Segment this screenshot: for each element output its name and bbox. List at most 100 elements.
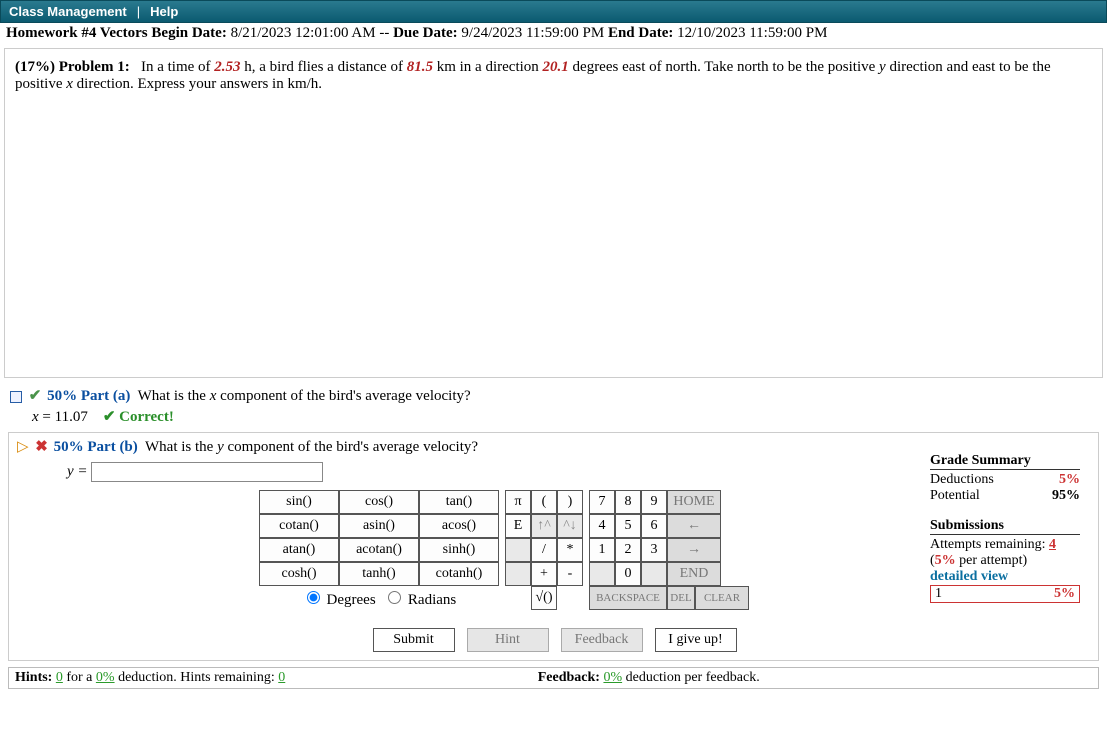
operator-keypad: π() E↑^^↓/*+-√() (505, 490, 583, 610)
deductions-label: Deductions (930, 472, 994, 488)
hint-button[interactable]: Hint (467, 628, 549, 652)
keypad-fn-button[interactable]: acos() (419, 514, 499, 538)
keypad-op-button[interactable]: ( (531, 490, 557, 514)
keypad-num-button[interactable]: 8 (615, 490, 641, 514)
collapse-icon[interactable] (10, 391, 22, 403)
problem-box: (17%) Problem 1: In a time of 2.53 h, a … (4, 48, 1103, 378)
submission-row-num: 1 (931, 586, 942, 602)
problem-value-distance: 81.5 (407, 59, 433, 75)
keypad-fn-button[interactable]: acotan() (339, 538, 419, 562)
assignment-title: Homework #4 Vectors (6, 25, 148, 41)
keypad-num-button[interactable]: 6 (641, 514, 667, 538)
end-date-label: End Date: (608, 25, 673, 41)
keypad-num-button[interactable]: 7 (589, 490, 615, 514)
keypad-fn-button[interactable]: tan() (419, 490, 499, 514)
assignment-header: Homework #4 Vectors Begin Date: 8/21/202… (0, 23, 1107, 44)
part-a-question-2: component of the bird's average velocity… (216, 388, 470, 404)
topbar-divider: | (137, 4, 140, 19)
feedback-button[interactable]: Feedback (561, 628, 643, 652)
part-b-box: ▷ ✖ 50% Part (b) What is the y component… (8, 432, 1099, 661)
part-b-var: y (217, 439, 224, 455)
keypad-fn-button[interactable]: cos() (339, 490, 419, 514)
submit-button[interactable]: Submit (373, 628, 455, 652)
keypad-op-button[interactable]: + (531, 562, 557, 586)
part-a-answer-var: x (32, 409, 39, 425)
end-date-value: 12/10/2023 11:59:00 PM (677, 25, 827, 41)
per-attempt-pct: 5% (935, 553, 956, 568)
keypad-num-button[interactable]: 9 (641, 490, 667, 514)
due-date-value: 9/24/2023 11:59:00 PM (461, 25, 604, 41)
hints-count[interactable]: 0 (56, 670, 63, 685)
keypad-op-button[interactable]: π (505, 490, 531, 514)
potential-value: 95% (1052, 488, 1080, 504)
keypad-fn-button[interactable]: sinh() (419, 538, 499, 562)
grade-summary: Grade Summary Deductions 5% Potential 95… (930, 453, 1080, 603)
problem-var-y: y (879, 59, 886, 75)
keypad-nav-button[interactable]: → (667, 538, 721, 562)
hints-pct: 0% (96, 670, 115, 685)
detailed-view-link[interactable]: detailed view (930, 569, 1080, 585)
help-link[interactable]: Help (150, 4, 178, 19)
keypad-edit-button[interactable]: CLEAR (695, 586, 749, 610)
degrees-radio[interactable]: Degrees (302, 592, 376, 608)
problem-value-angle: 20.1 (543, 59, 569, 75)
keypad-op-button[interactable]: ↑^ (531, 514, 557, 538)
keypad-fn-button[interactable]: asin() (339, 514, 419, 538)
keypad-num-button[interactable]: 4 (589, 514, 615, 538)
keypad-fn-button[interactable]: cosh() (259, 562, 339, 586)
keypad-num-button (589, 562, 615, 586)
keypad-fn-button[interactable]: atan() (259, 538, 339, 562)
keypad-num-button[interactable]: 0 (615, 562, 641, 586)
keypad-fn-button[interactable]: tanh() (339, 562, 419, 586)
expand-icon[interactable]: ▷ (17, 439, 29, 455)
keypad-op-button[interactable]: E (505, 514, 531, 538)
part-b-question-1: What is the (145, 439, 217, 455)
keypad-fn-button[interactable]: sin() (259, 490, 339, 514)
problem-text-2: h, a bird flies a distance of (241, 59, 407, 75)
keypad-op-button[interactable]: * (557, 538, 583, 562)
keypad-num-button[interactable]: 1 (589, 538, 615, 562)
keypad-op-button (505, 538, 531, 562)
topbar: Class Management | Help (0, 0, 1107, 23)
part-a-answer-value: = 11.07 (42, 409, 87, 425)
keypad-fn-button[interactable]: cotan() (259, 514, 339, 538)
keypad-num-button[interactable]: 3 (641, 538, 667, 562)
keypad-edit-button[interactable]: BACKSPACE (589, 586, 667, 610)
hints-box: Hints: 0 for a 0% deduction. Hints remai… (8, 667, 1099, 689)
part-a: ✔ 50% Part (a) What is the x component o… (0, 382, 1107, 430)
give-up-button[interactable]: I give up! (655, 628, 737, 652)
action-button-row: Submit Hint Feedback I give up! (17, 628, 1092, 652)
attempts-value: 4 (1049, 537, 1056, 552)
keypad-fn-button[interactable]: cotanh() (419, 562, 499, 586)
part-b-question-2: component of the bird's average velocity… (224, 439, 478, 455)
keypad-op-button[interactable]: ^↓ (557, 514, 583, 538)
class-management-link[interactable]: Class Management (9, 4, 127, 19)
hints-label: Hints: (15, 670, 56, 685)
begin-date-label: Begin Date: (151, 25, 226, 41)
keypad-op-button[interactable]: ) (557, 490, 583, 514)
problem-value-time: 2.53 (214, 59, 240, 75)
keypad-op-button (505, 562, 531, 586)
keypad-num-button[interactable]: 2 (615, 538, 641, 562)
hints-text-2: for a (63, 670, 96, 685)
keypad-nav-button[interactable]: ← (667, 514, 721, 538)
keypad-op-button[interactable]: - (557, 562, 583, 586)
x-icon: ✖ (35, 439, 48, 455)
answer-input[interactable] (91, 462, 323, 482)
keypad-op-button[interactable]: √() (531, 586, 557, 610)
part-b-answer-var: y = (67, 464, 88, 480)
keypad-op-button[interactable]: / (531, 538, 557, 562)
problem-text-6: direction. Express your answers in km/h. (73, 76, 322, 92)
keypad-edit-button[interactable]: DEL (667, 586, 695, 610)
keypad-nav-button[interactable]: END (667, 562, 721, 586)
grade-summary-title: Grade Summary (930, 453, 1080, 470)
keypad-num-button[interactable]: 5 (615, 514, 641, 538)
part-a-question-1: What is the (138, 388, 210, 404)
check-icon: ✔ (29, 388, 42, 404)
function-keypad: sin()cos()tan() cotan()asin()acos() atan()… (259, 490, 499, 609)
submissions-title: Submissions (930, 518, 1080, 535)
begin-date-value: 8/21/2023 12:01:00 AM (231, 25, 376, 41)
radians-radio[interactable]: Radians (383, 592, 456, 608)
keypad-nav-button[interactable]: HOME (667, 490, 721, 514)
hints-remaining[interactable]: 0 (278, 670, 285, 685)
